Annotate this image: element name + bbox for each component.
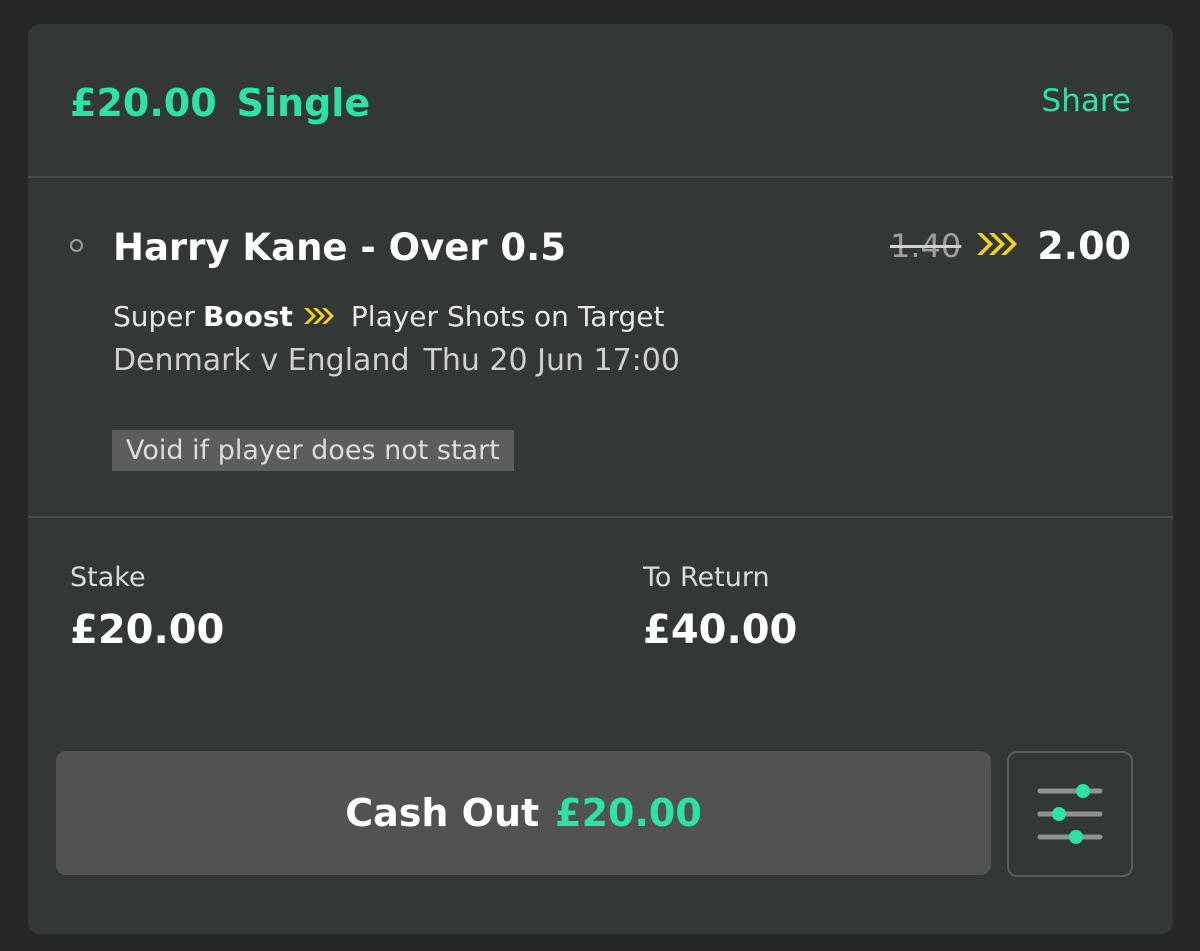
promo-prefix: Super: [113, 300, 196, 333]
promo-boost: Boost: [203, 300, 293, 333]
return-label: To Return: [643, 562, 770, 593]
new-odds: 2.00: [1037, 224, 1131, 268]
stake-value: £20.00: [70, 607, 225, 653]
super-boost-chevron-icon: [303, 300, 337, 333]
void-rule-tag: Void if player does not start: [112, 430, 514, 471]
bet-stake-amount: £20.00: [70, 81, 217, 125]
cash-out-settings-button[interactable]: [1007, 751, 1133, 877]
event-line: Denmark v England Thu 20 Jun 17:00: [113, 343, 680, 378]
bet-title: £20.00 Single: [70, 81, 370, 125]
share-link[interactable]: Share: [1042, 83, 1131, 119]
totals-section: Stake £20.00 To Return £40.00: [28, 518, 1173, 698]
boost-chevron-icon: [975, 231, 1021, 261]
odds-display: 1.40 2.00: [890, 224, 1131, 268]
bet-header: £20.00 Single Share: [28, 24, 1173, 178]
old-odds: 1.40: [889, 227, 962, 265]
cash-out-button[interactable]: Cash Out £20.00: [56, 751, 991, 875]
bet-card: £20.00 Single Share Harry Kane - Over 0.5…: [28, 24, 1173, 934]
promo-market-line: Super Boost Player Shots on Target: [113, 300, 664, 333]
event-datetime: Thu 20 Jun 17:00: [423, 343, 680, 378]
cash-out-amount: £20.00: [555, 791, 702, 835]
cash-out-label: Cash Out: [345, 791, 540, 835]
stake-label: Stake: [70, 562, 146, 593]
selection-status-icon: [70, 239, 83, 252]
bet-type: Single: [236, 81, 371, 125]
selection-section: Harry Kane - Over 0.5 1.40 2.00 Super Bo…: [28, 178, 1173, 518]
event-name: Denmark v England: [113, 343, 410, 378]
return-value: £40.00: [643, 607, 798, 653]
selection-name: Harry Kane - Over 0.5: [113, 226, 566, 269]
market-name: Player Shots on Target: [350, 300, 665, 333]
sliders-icon: [1037, 784, 1103, 844]
